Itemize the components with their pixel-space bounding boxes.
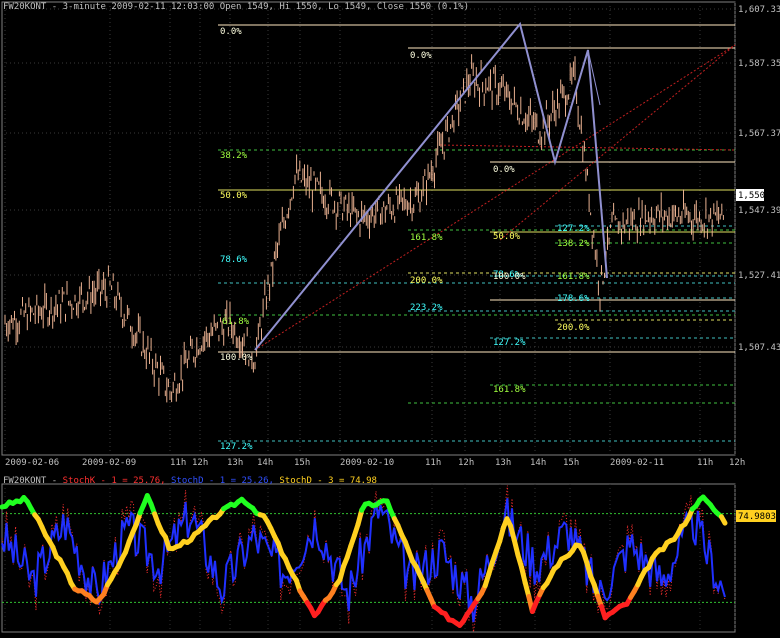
stochastic-chart: 74.9803 bbox=[0, 483, 776, 633]
time-tick-label: 2009-02-06 bbox=[5, 458, 59, 468]
stochd3-segment bbox=[718, 514, 728, 526]
fib-label: 50.0% bbox=[220, 191, 248, 201]
time-tick-label: 2009-02-10 bbox=[340, 458, 394, 468]
time-tick-label: 2009-02-09 bbox=[82, 458, 136, 468]
time-tick-label: 13h bbox=[227, 458, 243, 468]
time-tick-label: 11h bbox=[170, 458, 186, 468]
trend-channel-mid bbox=[439, 144, 736, 151]
fib-label: 0.0% bbox=[410, 51, 432, 61]
price-chart: 0.0% 38.2% 50.0% 78.6% 61.8% 100.0% 127.2% 0.0%… bbox=[1, 1, 780, 468]
time-tick-label: 14h bbox=[530, 458, 546, 468]
time-tick-label: 11h bbox=[697, 458, 713, 468]
time-tick-label: 12h bbox=[729, 458, 745, 468]
fib-label: 0.0% bbox=[220, 27, 242, 37]
time-tick-label: 2009-02-11 bbox=[610, 458, 664, 468]
price-tick-label: 1,567.37 bbox=[738, 129, 780, 139]
time-tick-label: 15h bbox=[563, 458, 579, 468]
trend-channel-upper bbox=[254, 44, 736, 351]
fib-label: 138.2% bbox=[557, 239, 590, 249]
time-tick-label: 15h bbox=[294, 458, 310, 468]
price-tick-label: 1,587.35 bbox=[738, 59, 780, 69]
fib-label: 100.0% bbox=[493, 272, 526, 282]
fib-label: 127.2% bbox=[220, 442, 253, 452]
price-tick-label: 1,607.33 bbox=[738, 5, 780, 15]
fib-label: 127.2% bbox=[493, 338, 526, 348]
time-tick-label: 11h bbox=[425, 458, 441, 468]
current-price-label: 1,550 bbox=[738, 191, 765, 201]
time-tick-label: 13h bbox=[495, 458, 511, 468]
time-tick-label: 14h bbox=[257, 458, 273, 468]
time-tick-label: 12h bbox=[192, 458, 208, 468]
stochk-label: StochK - 1 = 25.76, bbox=[62, 476, 166, 486]
fib-label: 223.2% bbox=[410, 303, 443, 313]
fib-label: 100.0% bbox=[220, 353, 253, 363]
fib-label: 0.0% bbox=[493, 165, 515, 175]
stochd3-label: StochD - 3 = 74.98 bbox=[279, 476, 377, 486]
price-chart-pane[interactable]: 0.0% 38.2% 50.0% 78.6% 61.8% 100.0% 127.2% 0.0%… bbox=[0, 0, 780, 468]
fib-label: 50.0% bbox=[493, 232, 521, 242]
stochd1-label: StochD - 1 = 25.26, bbox=[171, 476, 274, 486]
fib-label: 127.2% bbox=[557, 224, 590, 234]
indicator-value-label: 74.9803 bbox=[738, 512, 776, 522]
chart-header: FW20KONT - 3-minute 2009-02-11 12:03:00 … bbox=[3, 2, 469, 12]
fib-label: 61.8% bbox=[222, 317, 250, 327]
price-tick-label: 1,527.41 bbox=[738, 271, 780, 281]
indicator-frame bbox=[1, 483, 736, 633]
fib-label: 200.0% bbox=[410, 276, 443, 286]
fib-label: 200.0% bbox=[557, 323, 590, 333]
time-tick-label: 12h bbox=[458, 458, 474, 468]
fib-label: 161.8% bbox=[410, 233, 443, 243]
fib-label: 161.8% bbox=[493, 385, 526, 395]
fib-label: 38.2% bbox=[220, 151, 248, 161]
indicator-symbol: FW20KONT bbox=[3, 476, 47, 486]
indicator-header: FW20KONT - StochK - 1 = 25.76, StochD - … bbox=[3, 476, 377, 486]
price-tick-label: 1,547.39 bbox=[738, 206, 780, 216]
fib-label: 178.6% bbox=[557, 294, 590, 304]
fib-label: 161.8% bbox=[557, 272, 590, 282]
stochastic-pane[interactable]: 74.9803 bbox=[0, 472, 780, 638]
price-tick-label: 1,507.43 bbox=[738, 343, 780, 353]
fib-label: 78.6% bbox=[220, 255, 248, 265]
